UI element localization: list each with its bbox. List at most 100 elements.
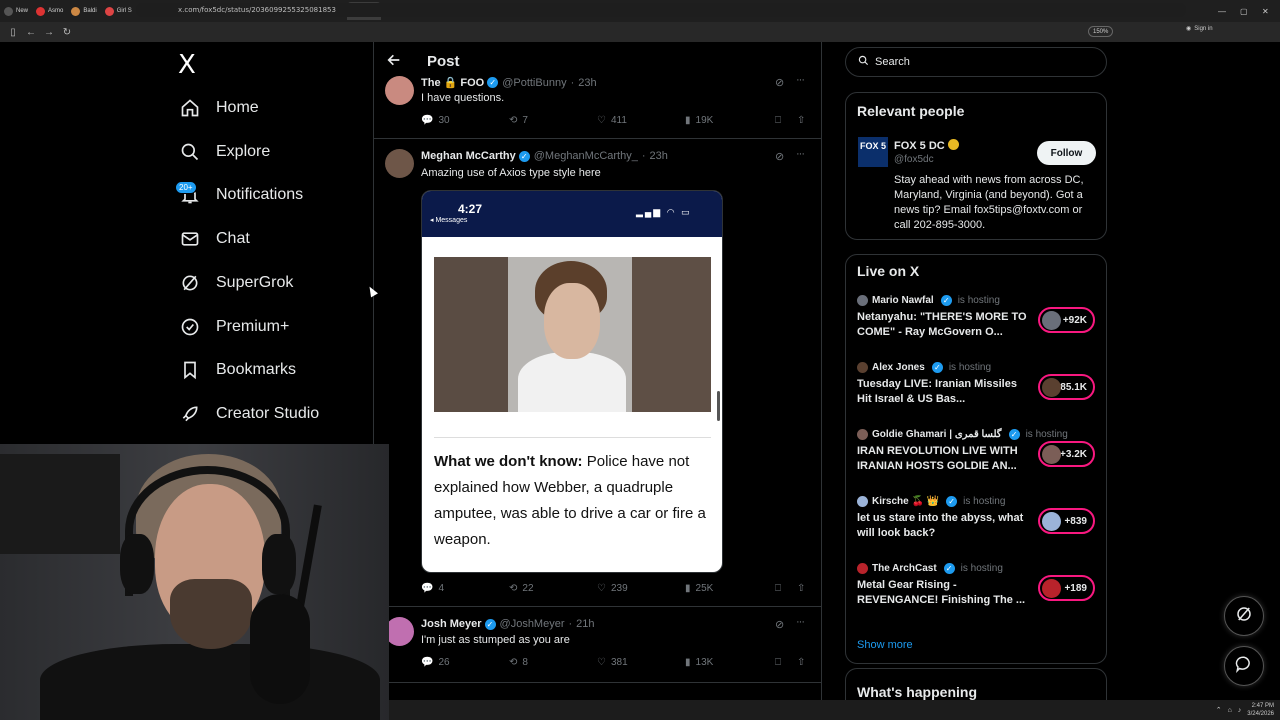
tweet[interactable]: The 🔒 FOO ✓ @PottiBunny · 23h ⊘ ··· I ha… — [374, 70, 821, 138]
back-button[interactable]: ← — [22, 23, 40, 41]
live-host[interactable]: Mario Nawfal ✓ is hosting — [857, 295, 1000, 306]
zoom-indicator[interactable]: 150% — [1088, 26, 1114, 37]
share-button[interactable]: ⇧ — [797, 115, 805, 126]
views-button[interactable]: ▮ 25K — [685, 583, 713, 594]
repost-button[interactable]: ⟲ 22 — [509, 583, 534, 594]
browser-tab[interactable]: New — [0, 2, 32, 20]
live-listener-pill[interactable]: +92K — [1038, 307, 1095, 333]
bookmark-button[interactable]: ⎕ — [775, 583, 781, 594]
bookmark-button[interactable]: ⎕ — [775, 657, 781, 668]
like-button[interactable]: ♡ 411 — [597, 115, 627, 126]
more-icon[interactable]: ··· — [796, 148, 805, 160]
author-handle[interactable]: @PottiBunny — [502, 77, 566, 89]
live-title: Netanyahu: "THERE'S MORE TO COME" - Ray … — [857, 311, 1027, 338]
live-host[interactable]: Goldie Ghamari | گلسا قمری ✓ is hosting — [857, 429, 1068, 440]
minimize-button[interactable]: — — [1218, 0, 1226, 22]
close-window-button[interactable]: ✕ — [1262, 0, 1269, 22]
grok-icon[interactable]: ⊘ — [775, 76, 784, 89]
author-name[interactable]: The 🔒 FOO — [421, 76, 484, 89]
more-icon[interactable]: ··· — [796, 616, 805, 628]
timestamp[interactable]: 21h — [576, 618, 594, 630]
author-name[interactable]: Josh Meyer — [421, 618, 482, 630]
live-host[interactable]: The ArchCast ✓ is hosting — [857, 563, 1003, 574]
reload-button[interactable]: ↻ — [58, 23, 76, 41]
timestamp[interactable]: 23h — [650, 150, 668, 162]
network-icon[interactable]: ⌂ — [1228, 707, 1232, 714]
browser-tab[interactable]: Baldi — [67, 2, 100, 20]
nav-item-creator-studio[interactable]: Creator Studio — [178, 396, 319, 432]
avatar[interactable] — [385, 617, 414, 646]
show-more-link[interactable]: Show more — [857, 639, 913, 651]
views-icon: ▮ — [685, 583, 691, 594]
relevant-people-panel: Relevant people FOX 5 FOX 5 DC @fox5dc F… — [845, 92, 1107, 240]
nav-item-premium[interactable]: Premium+ — [178, 309, 289, 345]
system-clock[interactable]: 2:47 PM 3/24/2026 — [1247, 702, 1274, 718]
share-button[interactable]: ⇧ — [797, 657, 805, 668]
author-name[interactable]: Meghan McCarthy — [421, 150, 516, 162]
tweet[interactable]: Josh Meyer ✓ @JoshMeyer · 21h ⊘ ··· I'm … — [374, 607, 821, 682]
search-input[interactable]: Search — [845, 47, 1107, 77]
bookmark-button[interactable]: ⎕ — [775, 115, 781, 126]
maximize-button[interactable]: ▢ — [1240, 0, 1248, 22]
live-listener-pill[interactable]: +189 — [1038, 575, 1095, 601]
photo-background — [632, 257, 711, 412]
live-listener-pill[interactable]: +85.1K — [1038, 374, 1095, 400]
grok-icon[interactable]: ⊘ — [775, 618, 784, 631]
fox5-logo[interactable]: FOX 5 — [858, 137, 888, 167]
live-host[interactable]: Alex Jones ✓ is hosting — [857, 362, 991, 373]
like-button[interactable]: ♡ 239 — [597, 583, 628, 594]
volume-icon[interactable]: ♪ — [1238, 707, 1242, 714]
live-listener-pill[interactable]: +839 — [1038, 508, 1095, 534]
repost-button[interactable]: ⟲ 8 — [509, 657, 528, 668]
forward-button[interactable]: → — [40, 23, 58, 41]
nav-item-explore[interactable]: Explore — [178, 134, 270, 170]
live-broadcast-item[interactable]: Mario Nawfal ✓ is hosting Netanyahu: "THERE… — [857, 295, 1097, 345]
account-handle[interactable]: @fox5dc — [894, 154, 934, 165]
nav-item-bookmarks[interactable]: Bookmarks — [178, 352, 296, 388]
avatar[interactable] — [385, 76, 414, 105]
follow-button[interactable]: Follow — [1037, 141, 1096, 165]
tab-label: Girl S — [116, 8, 132, 14]
reply-button[interactable]: 💬 30 — [421, 115, 450, 126]
live-broadcast-item[interactable]: The ArchCast ✓ is hosting Metal Gear Rising… — [857, 563, 1097, 613]
views-button[interactable]: ▮ 19K — [685, 115, 713, 126]
sidebar-toggle-icon[interactable]: ▯ — [4, 23, 22, 41]
address-bar[interactable]: x.com/fox5dc/status/2036099255325081853 — [136, 3, 1186, 17]
grok-fab-button[interactable] — [1224, 596, 1264, 636]
sign-in-button[interactable]: ◉ Sign in — [1186, 25, 1213, 33]
chat-fab-button[interactable] — [1224, 646, 1264, 686]
verified-icon: ✓ — [1008, 429, 1020, 440]
live-broadcast-item[interactable]: Alex Jones ✓ is hosting Tuesday LIVE: Irani… — [857, 362, 1097, 412]
nav-item-supergrok[interactable]: SuperGrok — [178, 265, 293, 301]
repost-button[interactable]: ⟲ 7 — [509, 115, 528, 126]
live-broadcast-item[interactable]: Kirsche 🍒 👑 ✓ is hosting let us stare into … — [857, 496, 1097, 546]
browser-tab[interactable]: Girl S — [101, 2, 136, 20]
page-title: Post — [427, 53, 460, 70]
tray-chevron-icon[interactable]: ⌃ — [1216, 706, 1222, 714]
timestamp[interactable]: 23h — [578, 77, 596, 89]
account-name[interactable]: FOX 5 DC — [894, 139, 959, 152]
live-broadcast-item[interactable]: Goldie Ghamari | گلسا قمری ✓ is hosting IRA… — [857, 429, 1097, 479]
live-host[interactable]: Kirsche 🍒 👑 ✓ is hosting — [857, 496, 1005, 507]
reply-button[interactable]: 💬 4 — [421, 583, 444, 594]
nav-item-notifications[interactable]: Notifications — [178, 177, 303, 213]
live-avatar — [1042, 512, 1061, 531]
live-avatar — [1042, 378, 1061, 397]
reply-button[interactable]: 💬 26 — [421, 657, 450, 668]
nav-item-chat[interactable]: Chat — [178, 221, 250, 257]
host-name: Alex Jones — [872, 362, 925, 373]
tweet-media-image[interactable]: 4:27 ◂ Messages ▂▄▆ ◠ ▭ What we don't kn… — [421, 190, 723, 573]
nav-item-home[interactable]: Home — [178, 90, 259, 126]
views-button[interactable]: ▮ 13K — [685, 657, 713, 668]
grok-icon[interactable]: ⊘ — [775, 150, 784, 163]
share-button[interactable]: ⇧ — [797, 583, 805, 594]
article-heading: What we don't know: — [434, 453, 583, 470]
like-button[interactable]: ♡ 381 — [597, 657, 628, 668]
author-handle[interactable]: @MeghanMcCarthy_ — [534, 150, 638, 162]
author-handle[interactable]: @JoshMeyer — [500, 618, 565, 630]
live-listener-pill[interactable]: +3.2K — [1038, 441, 1095, 467]
avatar[interactable] — [385, 149, 414, 178]
more-icon[interactable]: ··· — [796, 74, 805, 86]
x-logo[interactable]: X — [178, 50, 196, 80]
browser-tab[interactable]: Asmo — [32, 2, 67, 20]
